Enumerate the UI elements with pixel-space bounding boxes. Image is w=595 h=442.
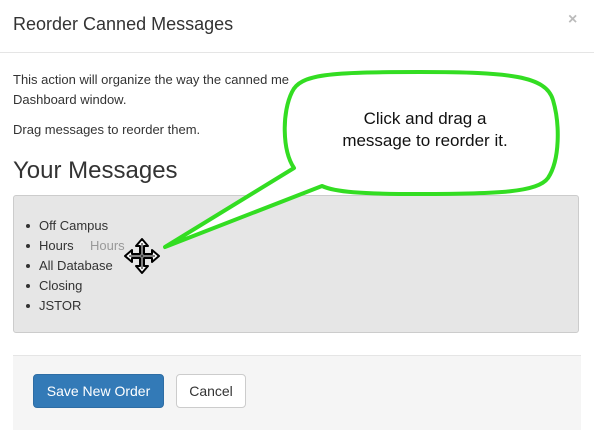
modal-header: Reorder Canned Messages ×: [0, 0, 594, 53]
reorder-modal: Reorder Canned Messages × This action wi…: [0, 0, 594, 442]
message-label: JSTOR: [39, 298, 82, 313]
intro-text-line2: Dashboard window.: [13, 92, 127, 107]
callout-line2: message to reorder it.: [342, 131, 508, 150]
message-item-off-campus[interactable]: Off Campus: [14, 216, 113, 236]
message-label: Closing: [39, 278, 83, 293]
bullet: [26, 304, 30, 308]
bullet: [26, 244, 30, 248]
message-item-closing[interactable]: Closing: [14, 276, 113, 296]
bullet: [26, 284, 30, 288]
message-label: All Database: [39, 258, 113, 273]
instruction-text: Drag messages to reorder them.: [13, 122, 201, 137]
message-label: Off Campus: [39, 218, 109, 233]
messages-list: Off Campus Hours Hours All Database Clos…: [14, 216, 125, 316]
callout-text: Click and drag a message to reorder it.: [300, 108, 550, 152]
callout-line1: Click and drag a: [363, 109, 487, 128]
modal-title: Reorder Canned Messages: [13, 14, 234, 34]
bullet: [26, 264, 30, 268]
drag-ghost-label: Hours: [90, 238, 125, 253]
move-cursor-icon: [124, 238, 160, 274]
cancel-button[interactable]: Cancel: [176, 374, 246, 408]
save-new-order-button[interactable]: Save New Order: [33, 374, 164, 408]
messages-well: Off Campus Hours Hours All Database Clos…: [13, 195, 579, 333]
close-icon[interactable]: ×: [568, 12, 577, 28]
bullet: [26, 224, 30, 228]
message-item-hours[interactable]: Hours Hours: [14, 236, 125, 256]
message-item-jstor[interactable]: JSTOR: [14, 296, 113, 316]
message-item-all-database[interactable]: All Database: [14, 256, 113, 276]
intro-text-line1: This action will organize the way the ca…: [13, 72, 290, 87]
messages-heading: Your Messages: [13, 157, 178, 184]
message-label: Hours: [39, 238, 74, 253]
